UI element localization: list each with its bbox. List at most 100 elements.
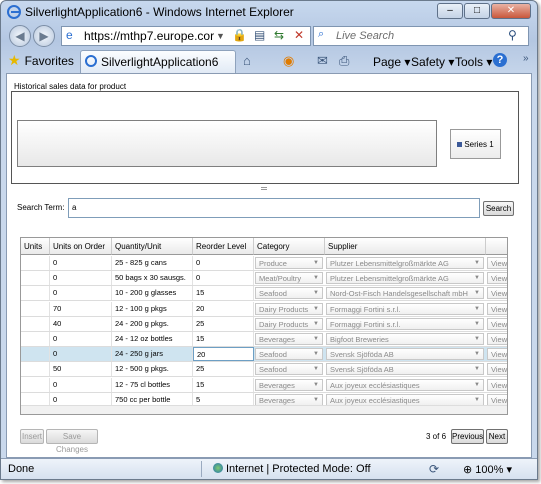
cell-category[interactable]: Beverages ▼	[255, 393, 323, 406]
horizontal-scrollbar[interactable]	[21, 405, 507, 414]
back-button[interactable]: ◀	[9, 25, 31, 47]
view-button[interactable]: View	[487, 378, 507, 391]
table-row[interactable]: 0 24 - 12 oz bottles 15 Beverages ▼ Bigfoot B…	[21, 332, 507, 347]
cell-units[interactable]	[21, 347, 50, 362]
cell-units[interactable]	[21, 256, 50, 270]
cell-category[interactable]: Beverages ▼	[255, 333, 323, 345]
cell-units[interactable]	[21, 332, 50, 346]
grid-splitter-handle[interactable]	[261, 187, 267, 190]
cell-reorder-level[interactable]: 0	[193, 256, 254, 270]
close-button[interactable]: ✕	[491, 3, 531, 19]
cell-units-on-order[interactable]: 50	[50, 362, 112, 377]
print-icon[interactable]: ⎙	[339, 53, 349, 69]
cell-supplier[interactable]: Aux joyeux ecclésiastiques ▼	[326, 393, 484, 406]
cell-units-on-order[interactable]: 0	[50, 286, 112, 301]
dropdown-arrow-icon[interactable]: ▼	[313, 364, 319, 374]
cell-quantity-per-unit[interactable]: 25 - 825 g cans	[112, 256, 193, 270]
address-dropdown-icon[interactable]: ▼	[216, 31, 225, 41]
cell-supplier[interactable]: Nord-Ost-Fisch Handelsgesellschaft mbH ▼	[326, 287, 484, 300]
cell-category[interactable]: Dairy Products ▼	[255, 302, 323, 315]
cell-category[interactable]: Produce ▼	[255, 257, 323, 269]
dropdown-arrow-icon[interactable]: ▼	[474, 380, 480, 390]
cell-category[interactable]: Beverages ▼	[255, 378, 323, 391]
dropdown-arrow-icon[interactable]: ▼	[474, 364, 480, 374]
table-row[interactable]: 0 10 - 200 g glasses 15 Seafood ▼ Nord-Ost-Fi…	[21, 286, 507, 302]
cell-units[interactable]	[21, 362, 50, 377]
cell-category[interactable]: Seafood ▼	[255, 363, 323, 376]
cell-reorder-level[interactable]: 15	[193, 332, 254, 346]
dropdown-arrow-icon[interactable]: ▼	[474, 349, 480, 359]
cell-reorder-level[interactable]: 25	[193, 316, 254, 331]
column-header-reorder-level[interactable]: Reorder Level	[193, 238, 254, 255]
cell-quantity-per-unit[interactable]: 24 - 200 g pkgs.	[112, 316, 193, 331]
search-term-input[interactable]: a	[68, 198, 480, 218]
cell-category[interactable]: Dairy Products ▼	[255, 317, 323, 330]
cell-units[interactable]	[21, 301, 50, 316]
cell-supplier[interactable]: Formaggi Fortini s.r.l. ▼	[326, 317, 484, 330]
cell-quantity-per-unit[interactable]: 24 - 12 oz bottles	[112, 332, 193, 346]
cell-reorder-level[interactable]: 15	[193, 286, 254, 301]
cell-supplier[interactable]: Formaggi Fortini s.r.l. ▼	[326, 302, 484, 315]
table-row[interactable]: 0 24 - 250 g jars 20 Seafood ▼ Svensk Sjöföda…	[21, 347, 507, 363]
view-button[interactable]: View	[487, 393, 507, 406]
page-menu[interactable]: Page ▾	[373, 55, 410, 69]
insert-button[interactable]: Insert	[20, 429, 44, 444]
dropdown-arrow-icon[interactable]: ▼	[474, 304, 480, 314]
cell-units-on-order[interactable]: 0	[50, 271, 112, 286]
cell-units[interactable]	[21, 377, 50, 392]
dropdown-arrow-icon[interactable]: ▼	[313, 319, 319, 329]
tab-silverlightapplication6[interactable]: SilverlightApplication6	[80, 50, 236, 73]
cell-quantity-per-unit[interactable]: 12 - 500 g pkgs.	[112, 362, 193, 377]
cell-quantity-per-unit[interactable]: 10 - 200 g glasses	[112, 286, 193, 301]
minimize-button[interactable]: –	[437, 3, 463, 19]
cell-reorder-level[interactable]: 20	[193, 301, 254, 316]
table-row[interactable]: 0 50 bags x 30 sausgs. 0 Meat/Poultry ▼ Plutz…	[21, 271, 507, 287]
view-button[interactable]: View	[487, 287, 507, 300]
cell-units[interactable]	[21, 286, 50, 301]
cell-supplier[interactable]: Bigfoot Breweries ▼	[326, 333, 484, 345]
cell-units[interactable]	[21, 316, 50, 331]
tools-menu[interactable]: Tools ▾	[455, 55, 492, 69]
refresh-icon[interactable]: ⇆	[274, 28, 284, 42]
home-icon[interactable]: ⌂	[243, 53, 251, 68]
column-header-units[interactable]: Units	[21, 238, 50, 255]
view-button[interactable]: View	[487, 348, 507, 361]
search-button[interactable]: Search	[483, 201, 514, 216]
search-go-icon[interactable]: ⚲	[508, 28, 517, 42]
search-placeholder[interactable]: Live Search	[336, 30, 394, 42]
cell-supplier[interactable]: Aux joyeux ecclésiastiques ▼	[326, 378, 484, 391]
zoom-level[interactable]: ⊕ 100% ▾	[463, 463, 512, 476]
cell-supplier[interactable]: Plutzer Lebensmittelgroßmärkte AG ▼	[326, 257, 484, 269]
help-icon[interactable]: ?	[493, 53, 507, 67]
cell-units-on-order[interactable]: 0	[50, 347, 112, 362]
cell-category[interactable]: Meat/Poultry ▼	[255, 272, 323, 285]
cell-reorder-level[interactable]: 15	[193, 377, 254, 392]
maximize-button[interactable]: □	[464, 3, 490, 19]
column-header-category[interactable]: Category	[254, 238, 325, 255]
view-button[interactable]: View	[487, 272, 507, 285]
toolbar-overflow-icon[interactable]: »	[523, 53, 529, 64]
security-zone[interactable]: Internet | Protected Mode: Off	[213, 463, 371, 475]
url-field[interactable]: https://mthp7.europe.corp.m...	[84, 29, 214, 43]
dropdown-arrow-icon[interactable]: ▼	[313, 304, 319, 314]
compatibility-view-icon[interactable]: ▤	[254, 28, 265, 42]
table-row[interactable]: 0 12 - 75 cl bottles 15 Beverages ▼ Aux joyeu…	[21, 377, 507, 393]
view-button[interactable]: View	[487, 302, 507, 315]
dropdown-arrow-icon[interactable]: ▼	[313, 380, 319, 390]
table-row[interactable]: 40 24 - 200 g pkgs. 25 Dairy Products ▼ Forma…	[21, 316, 507, 332]
cell-units-on-order[interactable]: 70	[50, 301, 112, 316]
cell-quantity-per-unit[interactable]: 50 bags x 30 sausgs.	[112, 271, 193, 286]
save-changes-button[interactable]: Save Changes	[46, 429, 98, 454]
forward-button[interactable]: ▶	[33, 25, 55, 47]
cell-quantity-per-unit[interactable]: 12 - 100 g pkgs	[112, 301, 193, 316]
view-button[interactable]: View	[487, 317, 507, 330]
read-mail-icon[interactable]: ✉	[317, 53, 328, 69]
stop-icon[interactable]: ✕	[294, 28, 304, 42]
safety-menu[interactable]: Safety ▾	[411, 55, 454, 69]
dropdown-arrow-icon[interactable]: ▼	[313, 349, 319, 359]
dropdown-arrow-icon[interactable]: ▼	[313, 273, 319, 283]
search-bar[interactable]: ⌕ Live Search ⚲	[313, 26, 529, 46]
address-bar[interactable]: e https://mthp7.europe.corp.m... ▼ 🔒 ▤ ⇆…	[61, 26, 311, 46]
cell-supplier[interactable]: Svensk Sjöföda AB ▼	[326, 363, 484, 376]
cell-reorder-level[interactable]: 0	[193, 271, 254, 286]
